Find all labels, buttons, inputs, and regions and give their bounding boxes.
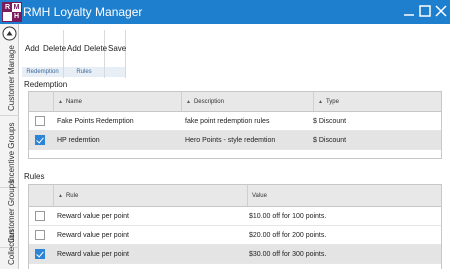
row-checkbox[interactable]	[35, 116, 45, 126]
minimize-icon	[404, 14, 414, 16]
sidebar: Customer Manage Incentive Groups Custome…	[0, 24, 19, 269]
table-row[interactable]: HP redemtion Hero Points - style redemti…	[29, 131, 441, 150]
cell-type: $ Discount	[313, 118, 347, 125]
column-header-type[interactable]: ▲ Type	[313, 92, 442, 111]
cell-rule: Reward value per point	[57, 251, 129, 258]
cell-value: $20.00 off for 200 points.	[249, 232, 327, 239]
ribbon-group-label: Redemption	[22, 67, 63, 77]
close-icon	[435, 5, 447, 17]
ribbon-toolbar: Add Delete Redemption Add Delete Rules S…	[22, 30, 448, 78]
logo-letter: M	[13, 4, 20, 11]
redemption-section-label: Redemption	[24, 80, 68, 89]
cell-type: $ Discount	[313, 137, 347, 144]
redemption-grid: ▲ Name ▲ Description ▲ Type Fake Points Red…	[28, 91, 442, 159]
maximize-button[interactable]	[417, 3, 433, 19]
add-rule-button[interactable]: Add	[67, 44, 81, 53]
tab-label: Incentive Groups	[7, 122, 16, 183]
logo-letter: R	[3, 3, 12, 12]
tab-customer-manage[interactable]: Customer Manage	[0, 44, 19, 116]
cell-value: $30.00 off for 300 points.	[249, 251, 327, 258]
chevron-up-icon	[2, 26, 17, 41]
cell-rule: Reward value per point	[57, 232, 129, 239]
minimize-button[interactable]	[401, 3, 417, 19]
row-checkbox[interactable]	[35, 249, 45, 259]
logo-cell	[3, 12, 12, 21]
ribbon-group-redemption: Add Delete Redemption	[22, 30, 66, 78]
rmh-logo: R M H	[2, 2, 22, 22]
delete-rule-button[interactable]: Delete	[84, 44, 107, 53]
add-redemption-button[interactable]: Add	[25, 44, 39, 53]
ribbon-group-rules: Add Delete Rules	[64, 30, 107, 78]
column-header-value[interactable]: Value	[247, 185, 442, 206]
table-row[interactable]: Reward value per point $20.00 off for 20…	[29, 226, 441, 245]
ribbon-group-label: Rules	[64, 67, 104, 77]
column-header-description[interactable]: ▲ Description	[181, 92, 313, 111]
column-header-rule[interactable]: ▲ Rule	[53, 185, 273, 206]
cell-value: $10.00 off for 100 points.	[249, 213, 327, 220]
cell-description: fake point redemption rules	[185, 118, 270, 125]
sort-arrow-icon: ▲	[186, 99, 191, 105]
table-row[interactable]: Fake Points Redemption fake point redemp…	[29, 112, 441, 131]
ribbon-group-label	[105, 67, 125, 77]
cell-rule: Reward value per point	[57, 213, 129, 220]
rules-grid-header: ▲ Rule Value	[29, 185, 441, 207]
cell-name: Fake Points Redemption	[57, 118, 134, 125]
ribbon-group-save: Save	[105, 30, 126, 78]
save-button[interactable]: Save	[108, 44, 126, 53]
close-button[interactable]	[433, 3, 449, 19]
tab-incentive-groups[interactable]: Incentive Groups	[0, 116, 19, 188]
table-row[interactable]: Reward value per point $10.00 off for 10…	[29, 207, 441, 226]
tab-label: Customer Manage	[7, 45, 16, 111]
redemption-grid-header: ▲ Name ▲ Description ▲ Type	[29, 92, 441, 112]
rules-section-label: Rules	[24, 172, 45, 181]
window-title: RMH Loyalty Manager	[23, 5, 143, 19]
sort-arrow-icon: ▲	[318, 99, 323, 105]
row-checkbox[interactable]	[35, 211, 45, 221]
logo-letter: H	[12, 12, 21, 21]
table-row[interactable]: Reward value per point $30.00 off for 30…	[29, 245, 441, 264]
maximize-icon	[419, 5, 431, 17]
row-checkbox[interactable]	[35, 230, 45, 240]
delete-redemption-button[interactable]: Delete	[43, 44, 66, 53]
sort-arrow-icon: ▲	[58, 193, 63, 199]
tab-collection[interactable]: Collection	[0, 230, 19, 269]
tab-label: Collection	[7, 229, 16, 265]
title-bar: R M H RMH Loyalty Manager	[0, 0, 450, 24]
collapse-button[interactable]	[2, 26, 17, 41]
cell-name: HP redemtion	[57, 137, 100, 144]
sort-arrow-icon: ▲	[58, 99, 63, 105]
rules-grid: ▲ Rule Value Reward value per point $10.0…	[28, 184, 442, 269]
cell-description: Hero Points - style redemtion	[185, 137, 276, 144]
row-checkbox[interactable]	[35, 135, 45, 145]
